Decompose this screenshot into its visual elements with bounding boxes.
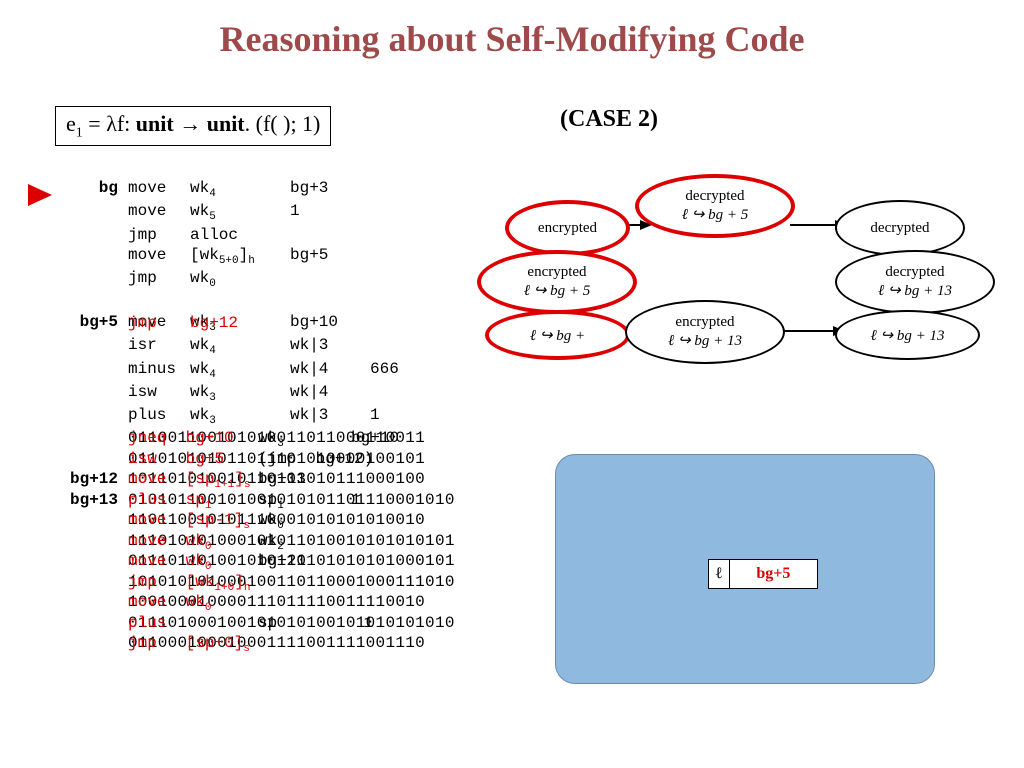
page-title: Reasoning about Self-Modifying Code bbox=[0, 0, 1024, 60]
state-e8: ℓ ↪ bg + 13 bbox=[835, 310, 980, 360]
instruction-pointer-icon bbox=[28, 184, 52, 206]
state-diagram: encrypteddecryptedℓ ↪ bg + 5 decrypted enc… bbox=[485, 170, 995, 390]
state-e7: encryptedℓ ↪ bg + 13 bbox=[625, 300, 785, 364]
cell-label: ℓ bbox=[709, 560, 730, 588]
formula-e1: e1 = λf: unit → unit. (f( ); 1) bbox=[55, 106, 331, 146]
memory-box: ℓ bg+5 bbox=[555, 454, 935, 684]
state-e3: decrypted bbox=[835, 200, 965, 256]
assembly-listing: bgmovewk4bg+3movewk51jmpallocmove[wk5+0]… bbox=[64, 178, 458, 653]
state-e1: encrypted bbox=[505, 200, 630, 256]
case-label: (CASE 2) bbox=[560, 106, 658, 133]
cell-value: bg+5 bbox=[730, 560, 817, 588]
state-e6: ℓ ↪ bg + bbox=[485, 310, 630, 360]
state-e2: decryptedℓ ↪ bg + 5 bbox=[635, 174, 795, 238]
state-e5: decryptedℓ ↪ bg + 13 bbox=[835, 250, 995, 314]
state-e4: encryptedℓ ↪ bg + 5 bbox=[477, 250, 637, 314]
memory-cell: ℓ bg+5 bbox=[708, 559, 818, 589]
